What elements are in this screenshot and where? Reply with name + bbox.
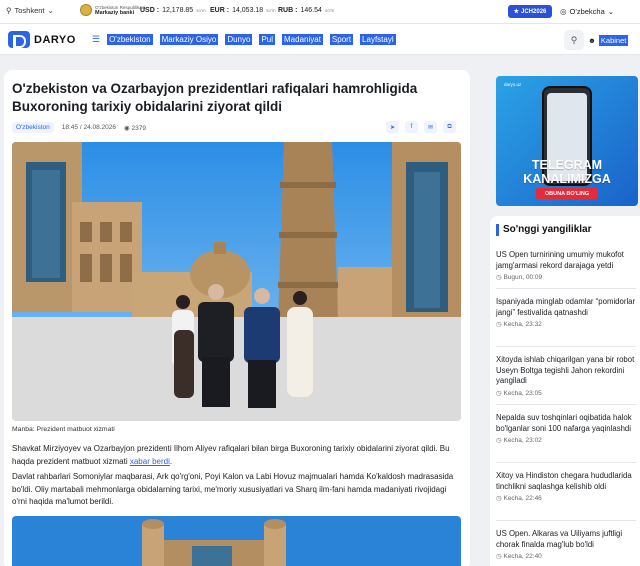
search-icon: ⚲ [570,34,578,45]
share-buttons: ➤ f ✉ ⧉ [386,121,456,133]
location-selector[interactable]: ⚲ Toshkent ⌄ [6,6,54,15]
location-pin-icon: ⚲ [6,6,12,15]
nav-item-world[interactable]: Dunyo [225,34,253,45]
article-title: O'zbekiston va Ozarbayjon prezidentlari … [12,81,418,114]
promo-title: TELEGRAM KANALIMIZGA [523,158,611,186]
rate-rub: RUB : 146.54 so'm [278,7,335,14]
subscribe-button[interactable]: OBUNA BO'LING [536,188,598,199]
search-button[interactable]: ⚲ [564,30,584,50]
eye-icon: ◉ [123,124,130,132]
promo-brand: daryo.uz [504,82,522,87]
photo-caption: Manba: Prezident matbuot xizmati [12,426,115,433]
menu-icon[interactable]: ☰ [92,34,100,45]
telegram-share-icon[interactable]: ➤ [386,121,399,133]
daryo-logo-icon [8,31,30,48]
telegram-promo-banner[interactable]: daryo.uz TELEGRAM KANALIMIZGA OBUNA BO'L… [496,76,638,206]
article-datetime: 18:45 / 24.08.2026 [61,124,116,131]
views-count: ◉ 2379 [123,124,146,132]
news-item[interactable]: Xitoyda ishlab chiqarilgan yana bir robo… [496,355,636,399]
article-paragraph-2: Davlat rahbarlari Somoniylar maqbarasi, … [12,472,454,506]
news-item[interactable]: Ispaniyada minglab odamlar “pomidorlar j… [496,297,636,331]
globe-icon: ◎ [560,7,567,16]
nav-item-sport[interactable]: Sport [329,34,354,45]
article-meta: O'zbekiston 18:45 / 24.08.2026 ◉ 2379 [12,122,146,133]
cbu-line2: Markaziy banki [95,9,135,16]
article-second-photo [12,516,461,566]
rate-usd: USD : 12,178.85 so'm [140,7,206,14]
location-label: Toshkent [14,6,45,15]
bukhara-photo-illustration [12,142,461,421]
top-bar: ⚲ Toshkent ⌄ O'zbekiston Respublikasi Ma… [0,0,640,24]
chevron-down-icon: ⌄ [607,7,615,16]
news-item[interactable]: US Open. Alkaras va Uiliyams juftligi ch… [496,529,636,563]
latest-news-title: So'nggi yangiliklar [496,224,592,236]
second-photo-illustration [12,516,461,566]
article-main-photo [12,142,461,421]
facebook-share-icon[interactable]: f [405,121,418,133]
central-bank-emblem-icon [80,4,92,16]
site-logo[interactable]: DARYO [8,31,76,48]
news-item[interactable]: Xitoy va Hindiston chegara hududlarida t… [496,471,636,505]
main-nav: DARYO ☰ O'zbekiston Markaziy Osiyo Dunyo… [0,24,640,55]
article-category[interactable]: O'zbekiston [12,122,54,133]
news-item[interactable]: Nepalda suv toshqinlari oqibatida halok … [496,413,636,447]
rate-eur: EUR : 14,053.18 so'm [210,7,276,14]
source-link[interactable]: xabar berdi [130,457,170,466]
nav-item-uzbekistan[interactable]: O'zbekiston [107,34,153,45]
trophy-icon: ★ [513,9,520,15]
user-icon: ☻ [588,35,596,45]
copy-link-icon[interactable]: ⧉ [443,121,456,133]
central-bank-logo[interactable]: O'zbekiston Respublikasi Markaziy banki [80,4,145,16]
account-button[interactable]: ☻ Kabinet [588,30,629,50]
nav-menu: ☰ O'zbekiston Markaziy Osiyo Dunyo Pul M… [92,34,396,45]
news-item[interactable]: US Open turnirining umumiy mukofot jamg'… [496,250,636,284]
language-selector[interactable]: ◎ O'zbekcha ⌄ [560,7,614,16]
article-paragraph-1: Shavkat Mirziyoyev va Ozarbayjon prezide… [12,444,450,466]
nav-item-money[interactable]: Pul [259,34,275,45]
email-share-icon[interactable]: ✉ [424,121,437,133]
nav-item-lifestyle[interactable]: Layfstayl [360,34,396,45]
chevron-down-icon: ⌄ [47,6,54,15]
nav-item-culture[interactable]: Madaniyat [282,34,323,45]
nav-item-central-asia[interactable]: Markaziy Osiyo [159,34,219,45]
jch2026-badge[interactable]: ★ JCH2026 [508,5,552,18]
